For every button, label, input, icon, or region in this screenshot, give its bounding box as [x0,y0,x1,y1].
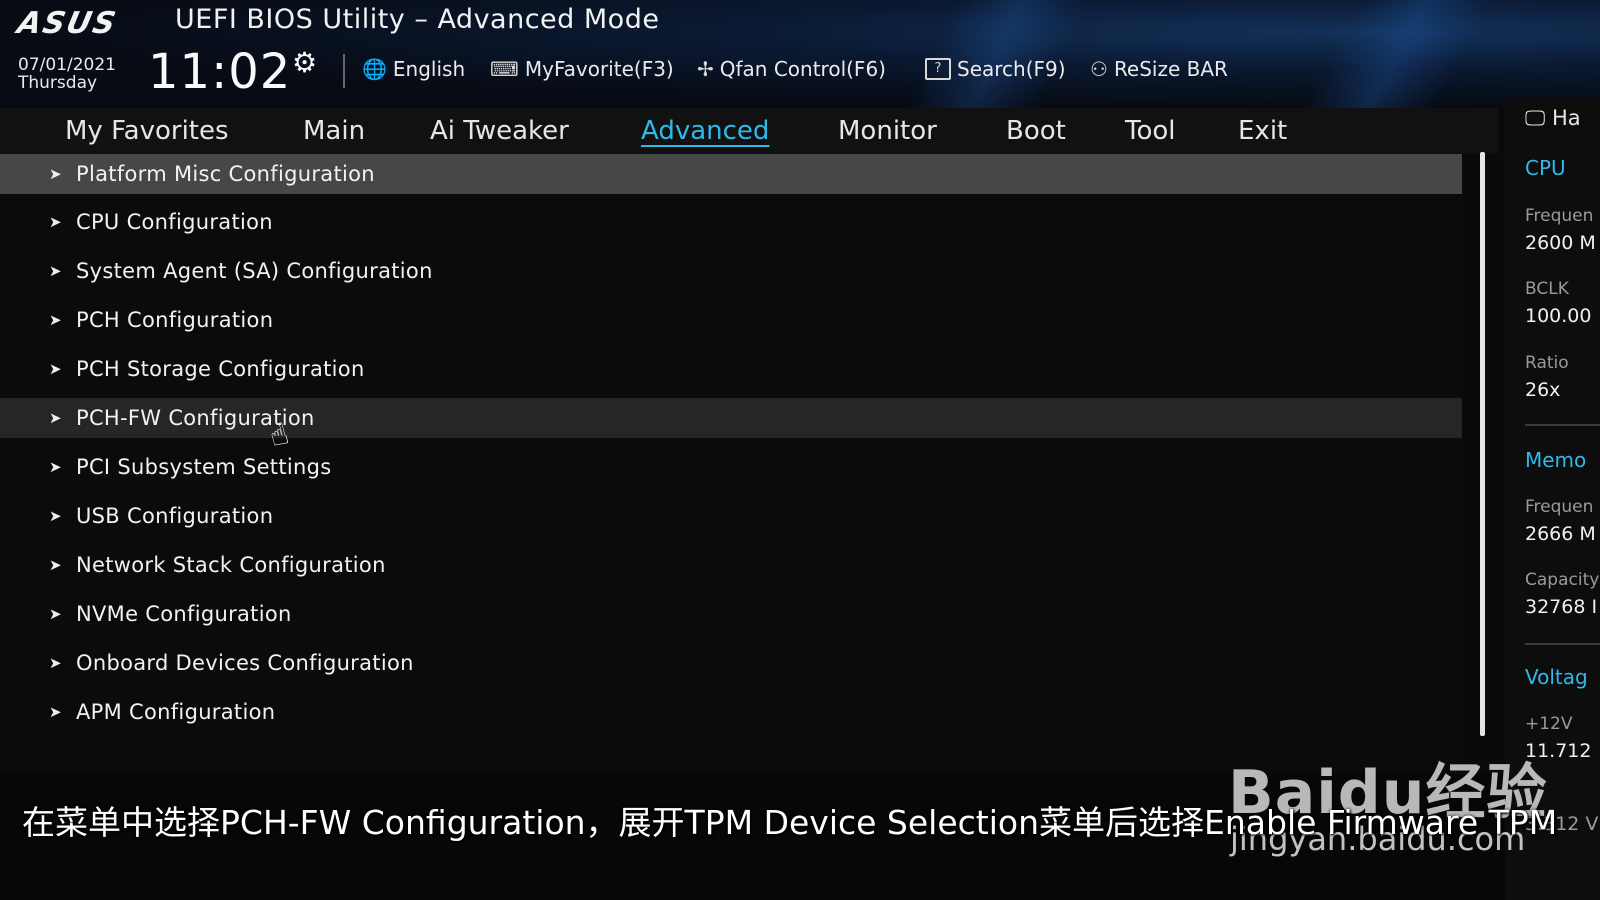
qfan-control-button[interactable]: ✢ Qfan Control(F6) [697,54,886,84]
ratio-value: 26x [1525,379,1561,401]
tab-monitor[interactable]: Monitor [838,108,937,154]
language-label: English [392,57,466,81]
search-button[interactable]: ? Search(F9) [925,54,1066,84]
header-divider [343,54,345,88]
memory-section-title: Memo [1525,448,1587,472]
v12-label: +12V [1525,714,1573,734]
menu-item-label: Network Stack Configuration [76,553,386,577]
menu-item-label: PCH Storage Configuration [76,357,365,381]
day-text: Thursday [18,73,98,93]
menu-item-network-stack[interactable]: ➤ Network Stack Configuration [0,545,1462,585]
search-label: Search(F9) [957,57,1066,81]
menu-item-platform-misc[interactable]: ➤ Platform Misc Configuration [0,154,1462,194]
cpu-frequency-label: Frequen [1525,206,1594,226]
tab-exit[interactable]: Exit [1238,108,1287,154]
section-divider [1525,643,1600,645]
gear-icon[interactable]: ⚙ [292,46,317,79]
fan-icon: ✢ [697,57,714,81]
resize-bar-button[interactable]: ⚇ ReSize BAR [1090,54,1228,84]
menu-item-label: Onboard Devices Configuration [76,651,414,675]
menu-item-onboard-devices[interactable]: ➤ Onboard Devices Configuration [0,643,1462,683]
date-display: 07/01/2021 Thursday [18,56,116,92]
menu-item-label: NVMe Configuration [76,602,292,626]
menu-item-label: CPU Configuration [76,210,273,234]
arrow-right-icon: ➤ [49,360,62,378]
cpu-section-title: CPU [1525,156,1566,180]
arrow-right-icon: ➤ [49,703,62,721]
video-subtitle: 在菜单中选择PCH-FW Configuration，展开TPM Device … [22,803,1558,842]
capacity-label: Capacity [1525,570,1600,590]
menu-item-label: PCI Subsystem Settings [76,455,332,479]
arrow-right-icon: ➤ [49,409,62,427]
menu-scrollbar[interactable] [1480,152,1485,736]
menu-item-pch-fw[interactable]: ➤ PCH-FW Configuration [0,398,1462,438]
myfavorite-label: MyFavorite(F3) [524,57,674,81]
globe-icon: 🌐 [362,57,387,81]
menu-item-nvme-config[interactable]: ➤ NVMe Configuration [0,594,1462,634]
menu-item-label: USB Configuration [76,504,274,528]
main-tabs: My Favorites Main Ai Tweaker Advanced Mo… [0,108,1498,154]
advanced-menu-list: ➤ Platform Misc Configuration ➤ CPU Conf… [0,154,1462,774]
arrow-right-icon: ➤ [49,311,62,329]
arrow-right-icon: ➤ [49,605,62,623]
cpu-frequency-value: 2600 M [1525,232,1596,254]
arrow-right-icon: ➤ [49,262,62,280]
tab-tool[interactable]: Tool [1125,108,1176,154]
monitor-icon: 🖵 [1525,106,1546,130]
arrow-right-icon: ➤ [49,556,62,574]
menu-item-label: PCH Configuration [76,308,274,332]
language-button[interactable]: 🌐 English [362,54,465,84]
ratio-label: Ratio [1525,353,1569,373]
arrow-right-icon: ➤ [49,458,62,476]
tab-boot[interactable]: Boot [1006,108,1066,154]
app-title: UEFI BIOS Utility – Advanced Mode [175,4,660,35]
tab-advanced[interactable]: Advanced [641,108,769,154]
menu-item-cpu-config[interactable]: ➤ CPU Configuration [0,202,1462,242]
section-divider [1525,424,1600,426]
asus-logo: ASUS [14,6,121,41]
menu-item-usb-config[interactable]: ➤ USB Configuration [0,496,1462,536]
resize-bar-label: ReSize BAR [1113,57,1228,81]
hardware-monitor-header: 🖵 Ha [1525,106,1581,131]
arrow-right-icon: ➤ [49,507,62,525]
menu-item-system-agent[interactable]: ➤ System Agent (SA) Configuration [0,251,1462,291]
menu-item-pch-config[interactable]: ➤ PCH Configuration [0,300,1462,340]
arrow-right-icon: ➤ [49,165,62,183]
arrow-right-icon: ➤ [49,654,62,672]
date-text: 07/01/2021 [18,55,116,75]
menu-item-apm-config[interactable]: ➤ APM Configuration [0,692,1462,732]
menu-item-label: Platform Misc Configuration [76,162,375,186]
keyboard-icon: ⌨ [490,57,519,81]
hardware-monitor-title: Ha [1551,106,1581,130]
tab-my-favorites[interactable]: My Favorites [65,108,229,154]
mem-frequency-value: 2666 M [1525,523,1596,545]
header-bar: ASUS UEFI BIOS Utility – Advanced Mode 0… [0,0,1600,108]
bclk-label: BCLK [1525,279,1569,299]
tab-main[interactable]: Main [303,108,365,154]
arrow-right-icon: ➤ [49,213,62,231]
menu-item-label: APM Configuration [76,700,276,724]
mem-frequency-label: Frequen [1525,497,1594,517]
qfan-label: Qfan Control(F6) [719,57,886,81]
menu-item-label: System Agent (SA) Configuration [76,259,433,283]
help-box-icon: ? [925,58,951,80]
bclk-value: 100.00 [1525,305,1592,327]
resize-bar-icon: ⚇ [1090,57,1108,81]
clock-time: 11:02 [148,44,292,100]
menu-item-pch-storage[interactable]: ➤ PCH Storage Configuration [0,349,1462,389]
tab-ai-tweaker[interactable]: Ai Tweaker [430,108,569,154]
myfavorite-button[interactable]: ⌨ MyFavorite(F3) [490,54,674,84]
menu-item-pci-subsystem[interactable]: ➤ PCI Subsystem Settings [0,447,1462,487]
voltage-section-title: Voltag [1525,665,1588,689]
capacity-value: 32768 I [1525,596,1598,618]
